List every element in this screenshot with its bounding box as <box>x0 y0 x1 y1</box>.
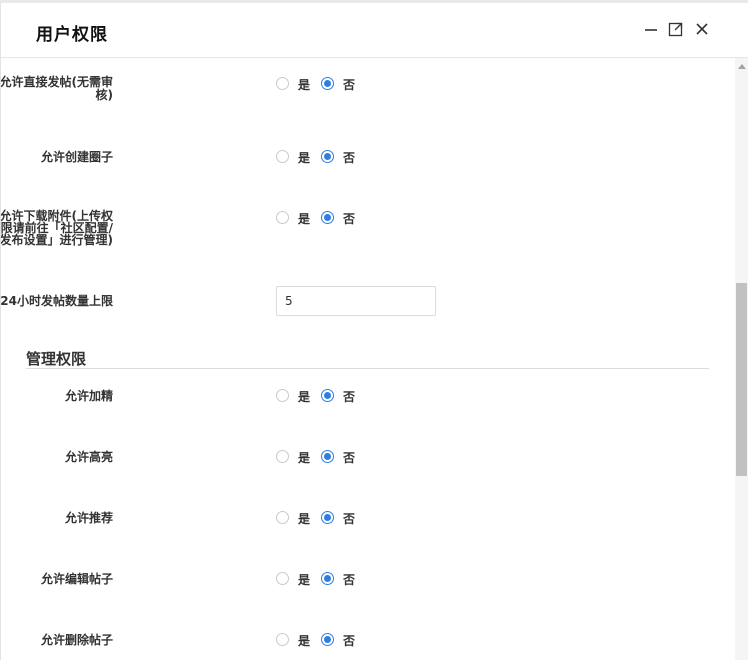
radio-circle[interactable] <box>276 572 289 585</box>
radio-no-label: 否 <box>343 512 356 526</box>
radio-no-label: 否 <box>343 151 356 165</box>
radio-circle[interactable] <box>276 211 289 224</box>
radio-circle[interactable] <box>276 450 289 463</box>
row-label: 允许推荐 <box>64 511 113 525</box>
dialog-body[interactable]: 允许直接发帖(无需审 核) 是 否 允许创建圈子 是 否 允许下载附件(上传权 … <box>1 58 748 660</box>
radio-yes-label: 是 <box>298 573 311 587</box>
radio-yes-label: 是 <box>298 212 311 226</box>
radio-no-label: 否 <box>343 451 356 465</box>
radio-no-label: 否 <box>343 78 356 92</box>
radio-circle-selected[interactable] <box>321 450 334 463</box>
radio-circle[interactable] <box>276 633 289 646</box>
radio-circle-selected[interactable] <box>321 389 334 402</box>
vertical-scrollbar[interactable] <box>735 58 748 660</box>
scrollbar-thumb[interactable] <box>736 283 747 476</box>
radio-circle-selected[interactable] <box>321 211 334 224</box>
label-line: 发布设置」进行管理) <box>1 233 113 247</box>
radio-circle[interactable] <box>276 150 289 163</box>
radio-yes-label: 是 <box>298 634 311 648</box>
section-title-manage: 管理权限 <box>26 350 87 368</box>
radio-circle-selected[interactable] <box>321 633 334 646</box>
radio-yes-label: 是 <box>298 78 311 92</box>
row-label: 允许高亮 <box>64 450 113 464</box>
radio-yes-label: 是 <box>298 390 311 404</box>
post-limit-input[interactable]: 5 <box>276 286 436 316</box>
row-label: 允许直接发帖(无需审 核) <box>1 76 113 102</box>
section-divider <box>26 368 709 369</box>
maximize-icon[interactable] <box>667 20 685 38</box>
row-label: 允许编辑帖子 <box>40 572 113 586</box>
radio-circle[interactable] <box>276 511 289 524</box>
radio-circle-selected[interactable] <box>321 150 334 163</box>
row-label: 允许创建圈子 <box>40 150 113 164</box>
radio-yes-label: 是 <box>298 512 311 526</box>
radio-no-label: 否 <box>343 634 356 648</box>
dialog-titlebar: 用户权限 <box>1 3 748 58</box>
row-label: 允许下载附件(上传权 限请前往「社区配置/ 发布设置」进行管理) <box>1 210 113 246</box>
row-label: 允许删除帖子 <box>40 633 113 647</box>
label-line: 核) <box>95 88 114 102</box>
radio-yes-label: 是 <box>298 151 311 165</box>
radio-circle[interactable] <box>276 77 289 90</box>
row-label: 允许加精 <box>64 389 113 403</box>
radio-yes-label: 是 <box>298 451 311 465</box>
close-icon[interactable] <box>693 20 711 38</box>
post-limit-label: 24小时发帖数量上限 <box>1 294 113 308</box>
radio-circle-selected[interactable] <box>321 511 334 524</box>
dialog-title: 用户权限 <box>36 25 108 45</box>
radio-circle-selected[interactable] <box>321 77 334 90</box>
user-permissions-dialog: 用户权限 允许直接发帖(无需审 核) 是 否 允许创建圈子 是 否 允许下载附件… <box>0 0 748 660</box>
radio-circle-selected[interactable] <box>321 572 334 585</box>
radio-circle[interactable] <box>276 389 289 402</box>
radio-no-label: 否 <box>343 212 356 226</box>
minimize-icon[interactable] <box>642 20 660 38</box>
radio-no-label: 否 <box>343 573 356 587</box>
scroll-up-arrow-icon[interactable] <box>738 64 746 69</box>
radio-no-label: 否 <box>343 390 356 404</box>
